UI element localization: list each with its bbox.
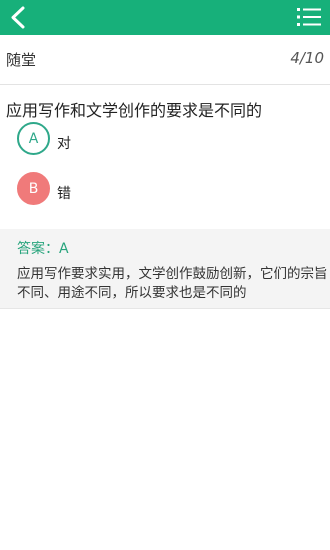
top-bar <box>0 0 330 35</box>
sub-header: 随堂 4/10 <box>0 35 330 85</box>
question-text: 应用写作和文学创作的要求是不同的 <box>6 101 263 120</box>
menu-button[interactable] <box>296 6 322 28</box>
option-a-letter: A <box>17 122 50 155</box>
answer-explanation: 应用写作要求实用，文学创作鼓励创新，它们的宗旨不同、用途不同，所以要求也是不同的 <box>17 266 328 301</box>
back-button[interactable] <box>6 4 32 31</box>
option-a-text: 对 <box>57 136 71 152</box>
question-progress: 4/10 <box>290 49 324 67</box>
mode-label: 随堂 <box>6 51 37 69</box>
option-a[interactable]: A 对 <box>17 122 317 158</box>
chevron-left-icon <box>11 6 25 29</box>
option-b[interactable]: B 错 <box>17 172 317 208</box>
answer-label: 答案：A <box>17 241 69 257</box>
answer-panel: 答案：A 应用写作要求实用，文学创作鼓励创新，它们的宗旨不同、用途不同，所以要求… <box>0 229 330 309</box>
list-menu-icon <box>297 8 321 26</box>
option-b-letter: B <box>17 172 50 205</box>
option-b-text: 错 <box>57 186 71 202</box>
